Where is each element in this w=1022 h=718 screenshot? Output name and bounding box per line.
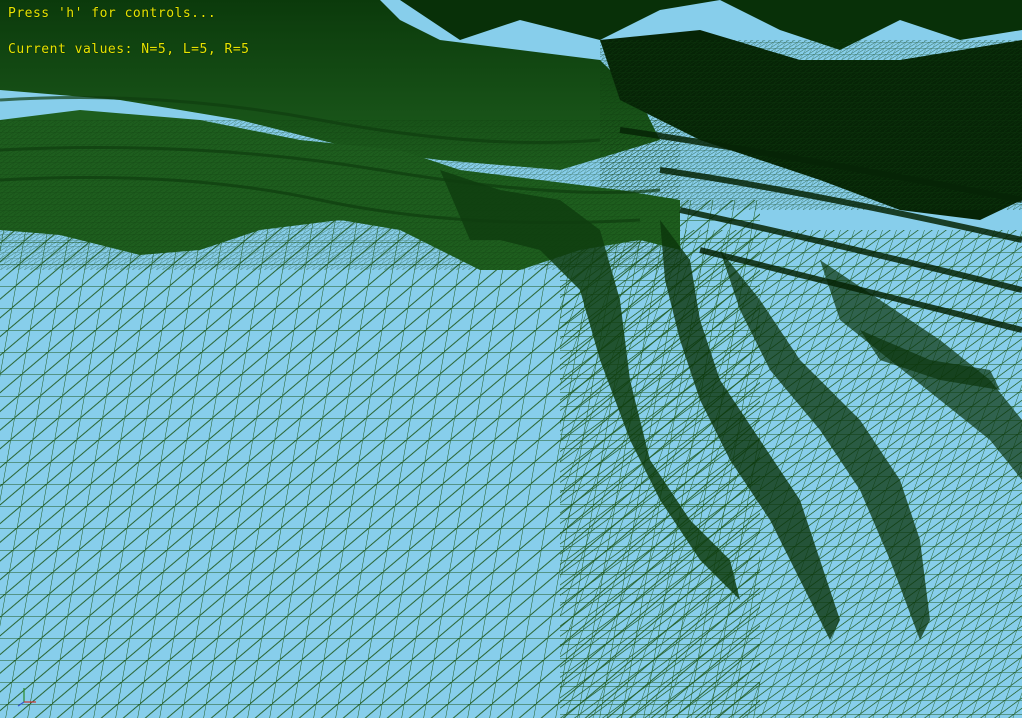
render-viewport[interactable]: Press 'h' for controls... Current values… bbox=[0, 0, 1022, 718]
terrain-wireframe bbox=[0, 0, 1022, 718]
current-values-text: Current values: N=5, L=5, R=5 bbox=[8, 42, 250, 57]
axis-gizmo-icon bbox=[17, 688, 36, 707]
controls-hint-text: Press 'h' for controls... bbox=[8, 6, 217, 21]
